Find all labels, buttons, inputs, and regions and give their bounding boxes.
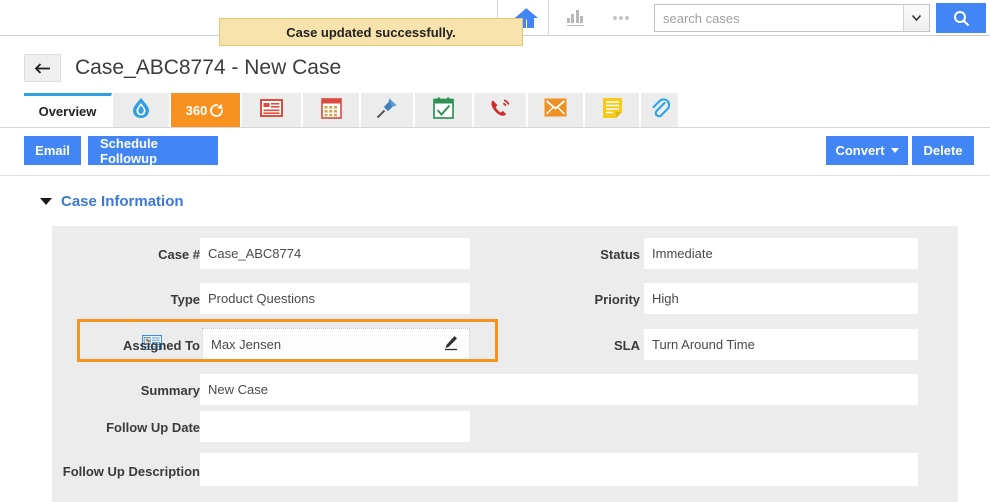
search-icon	[953, 10, 969, 26]
email-envelope-icon	[544, 98, 567, 122]
summary-input[interactable]	[200, 374, 918, 405]
bar-chart-baseline	[566, 24, 584, 26]
email-button[interactable]: Email	[24, 136, 81, 165]
tab-email[interactable]	[528, 93, 584, 127]
pin-icon	[376, 97, 398, 124]
phone-call-icon	[489, 97, 511, 124]
case-number-input[interactable]	[200, 238, 470, 269]
attachment-clip-icon	[650, 97, 670, 124]
tab-note[interactable]	[585, 93, 640, 127]
tab-overview-label: Overview	[38, 103, 97, 119]
priority-label: Priority	[594, 292, 640, 307]
drop-shield-icon	[130, 96, 152, 125]
sla-label: SLA	[614, 338, 640, 353]
chevron-down-icon	[40, 198, 52, 205]
section-title: Case Information	[61, 193, 184, 210]
tab-calendar[interactable]	[303, 93, 360, 127]
note-icon	[602, 97, 623, 124]
search-dropdown-chevron-down-icon[interactable]	[903, 5, 929, 31]
assigned-to-value: Max Jensen	[211, 336, 282, 352]
case-number-label: Case #	[158, 247, 200, 262]
tab-document-list[interactable]	[242, 93, 302, 127]
tab-strip: Overview 360	[0, 93, 990, 128]
tab-attachment[interactable]	[641, 93, 678, 127]
follow-up-description-input[interactable]	[200, 453, 918, 486]
calendar-icon	[320, 97, 342, 124]
page-title-row: Case_ABC8774 - New Case	[0, 46, 990, 90]
assigned-to-label: Assigned To	[122, 338, 200, 353]
follow-up-date-label: Follow Up Date	[106, 420, 200, 435]
caret-down-icon	[890, 148, 899, 153]
convert-button-label: Convert	[835, 143, 885, 158]
action-button-bar: Email Schedule Followup Convert Delete	[0, 128, 990, 176]
summary-label: Summary	[140, 383, 200, 398]
convert-button[interactable]: Convert	[826, 136, 908, 165]
delete-button[interactable]: Delete	[912, 136, 974, 165]
back-arrow-icon[interactable]	[24, 54, 61, 82]
type-input[interactable]	[200, 283, 470, 314]
follow-up-date-input[interactable]	[200, 411, 470, 442]
document-list-icon	[260, 98, 283, 123]
tab-360-label: 360	[185, 102, 208, 118]
sla-input[interactable]	[644, 329, 918, 360]
status-toast: Case updated successfully.	[219, 18, 523, 46]
bar-chart-bars	[566, 10, 584, 23]
case-information-section-header[interactable]: Case Information	[40, 193, 184, 210]
more-dots-icon[interactable]	[604, 0, 638, 36]
toolbar-divider-right	[548, 0, 549, 36]
bar-chart-icon[interactable]	[558, 0, 592, 36]
tab-pin[interactable]	[361, 93, 414, 127]
search-button[interactable]	[936, 3, 986, 33]
tab-task-checklist[interactable]	[415, 93, 473, 127]
assigned-to-input[interactable]: Max Jensen	[202, 328, 470, 360]
priority-input[interactable]	[644, 283, 918, 314]
search-input[interactable]	[655, 5, 903, 31]
task-checklist-icon	[433, 97, 454, 124]
tab-drop-shield[interactable]	[113, 93, 170, 127]
360-refresh-icon: 360	[186, 102, 226, 119]
search-box[interactable]	[654, 4, 930, 32]
case-information-panel: Case # Type Assigned To Max Jensen	[52, 226, 958, 502]
tab-360[interactable]: 360	[171, 93, 241, 127]
status-label: Status	[600, 247, 640, 262]
tab-phone-call[interactable]	[474, 93, 527, 127]
status-input[interactable]	[644, 238, 918, 269]
tab-overview[interactable]: Overview	[24, 93, 112, 127]
follow-up-description-label: Follow Up Description	[62, 464, 200, 479]
page-title: Case_ABC8774 - New Case	[75, 56, 342, 79]
schedule-followup-button[interactable]: Schedule Followup	[88, 136, 218, 166]
pencil-edit-icon[interactable]	[443, 335, 459, 354]
type-label: Type	[170, 292, 200, 307]
